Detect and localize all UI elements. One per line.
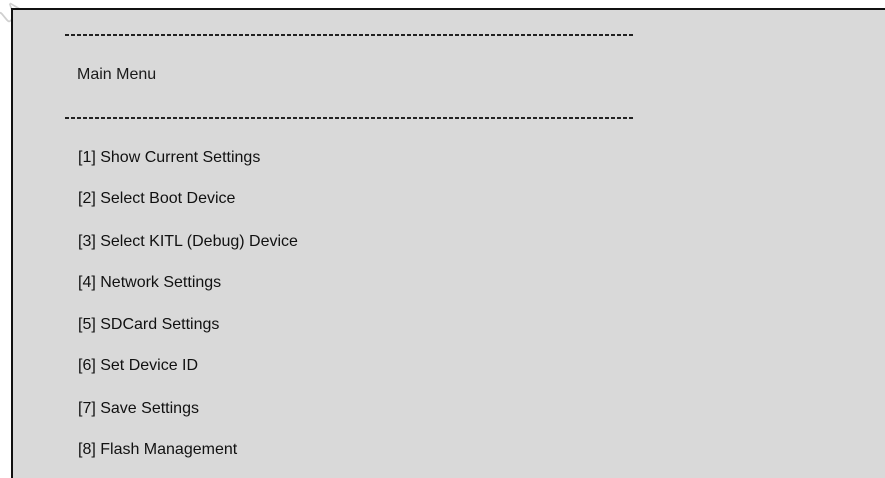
menu-item-set-device-id[interactable]: [6] Set Device ID <box>78 356 198 376</box>
menu-title: Main Menu <box>77 66 157 83</box>
menu-item-select-boot-device[interactable]: [2] Select Boot Device <box>78 189 235 209</box>
menu-item-network-settings[interactable]: [4] Network Settings <box>78 273 221 293</box>
divider-bottom <box>65 117 633 119</box>
menu-item-show-current-settings[interactable]: [1] Show Current Settings <box>78 148 260 168</box>
menu-item-sdcard-settings[interactable]: [5] SDCard Settings <box>78 315 219 335</box>
menu-item-save-settings[interactable]: [7] Save Settings <box>78 399 199 419</box>
bootloader-console-panel: Main Menu [1] Show Current Settings [2] … <box>11 8 885 478</box>
menu-item-select-kitl-device[interactable]: [3] Select KITL (Debug) Device <box>78 232 298 252</box>
menu-item-flash-management[interactable]: [8] Flash Management <box>78 440 237 460</box>
divider-top <box>65 34 633 36</box>
